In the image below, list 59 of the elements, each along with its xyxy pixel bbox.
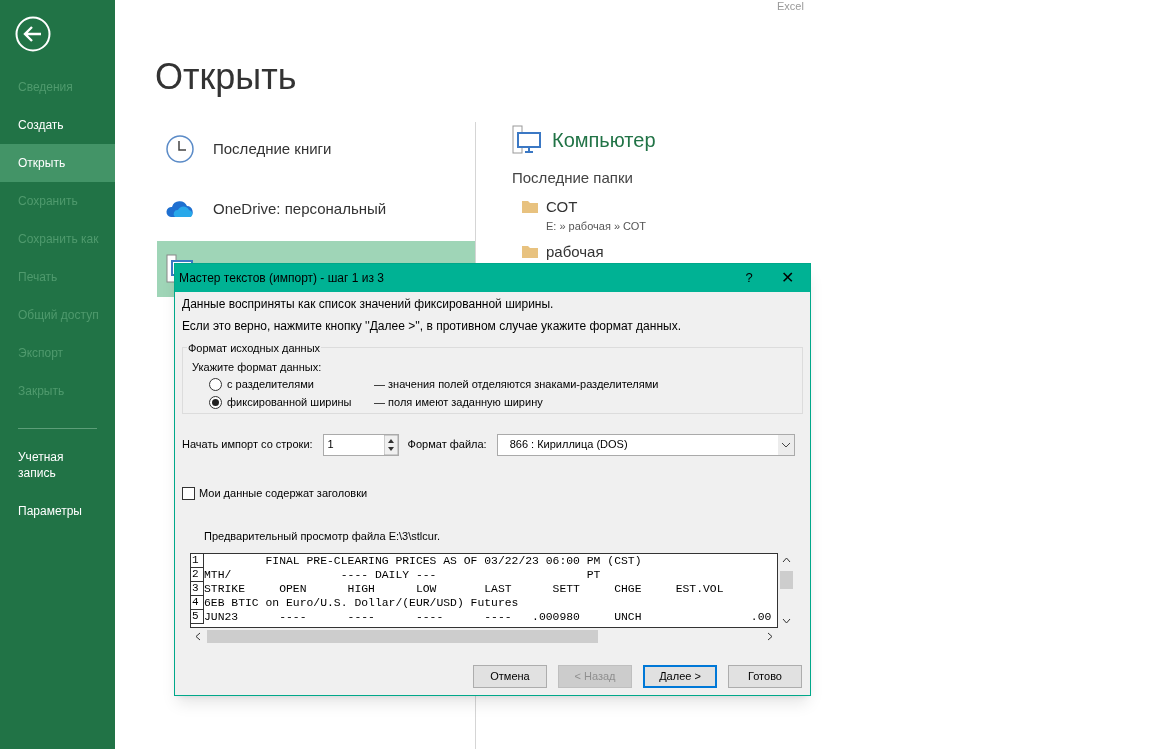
checkbox-label[interactable]: Мои данные содержат заголовки (199, 485, 368, 502)
dialog-button[interactable]: Готово (728, 665, 802, 688)
chevron-up-icon[interactable] (782, 557, 791, 563)
chevron-down-icon[interactable] (782, 618, 791, 624)
field-label: Начать импорт со строки: (182, 437, 313, 453)
back-icon[interactable] (15, 16, 51, 52)
row-number: 3 (191, 582, 204, 596)
preview-line: MTH/ ---- DAILY --- PT (204, 568, 601, 582)
option-description: — поля имеют заданную ширину (374, 394, 543, 410)
preview-line: JUN23 ---- ---- ---- ---- .000980 UNCH .00 (204, 610, 772, 624)
radio-button[interactable] (209, 377, 222, 391)
preview-line: FINAL PRE-CLEARING PRICES AS OF 03/22/23 06:00 PM (CST) (264, 554, 642, 568)
chevron-left-icon[interactable] (195, 632, 201, 641)
row-number: 5 (191, 610, 204, 624)
preview-line: STRIKE OPEN HIGH LOW LAST SETT CHGE EST.VOL (204, 582, 724, 596)
dialog-title: Мастер текстов (импорт) - шаг 1 из 3 (179, 270, 385, 287)
dialog-button[interactable]: Далее > (643, 665, 717, 688)
preview-label: Предварительный просмотр файла E:\3\stlcur. (204, 528, 442, 544)
sidebar-item[interactable]: Открыть (0, 144, 115, 182)
close-button[interactable]: ✕ (764, 266, 810, 290)
preview-line: 6EB BTIC on Euro/U.S. Dollar/(EUR/USD) Futures (204, 596, 519, 610)
sidebar-item[interactable]: Параметры (0, 503, 115, 519)
radio-label[interactable]: с разделителями (227, 375, 374, 393)
dialog-button[interactable]: Отмена (473, 665, 547, 688)
page-title: Открыть (155, 55, 298, 99)
sidebar-item[interactable]: Создать (0, 106, 115, 144)
computer-icon (512, 125, 542, 155)
chevron-right-icon[interactable] (767, 632, 773, 641)
chevron-down-icon (777, 434, 794, 455)
file-format-dropdown[interactable]: 866 : Кириллица (DOS) (496, 433, 795, 456)
spinner-arrows-icon[interactable] (383, 434, 398, 455)
place-item[interactable]: Последние книги (157, 121, 475, 177)
clock-icon (165, 134, 195, 164)
app-name: Excel (777, 0, 804, 14)
scrollbar-thumb[interactable] (780, 571, 793, 589)
instruction-text: Если это верно, нажмите кнопку ''Далее >'', в противном случае укажите формат данных. (182, 318, 682, 335)
location-title: Компьютер (552, 128, 656, 153)
place-item[interactable]: OneDrive: персональный (157, 181, 475, 237)
row-number: 2 (191, 568, 204, 582)
radio-label[interactable]: фиксированной ширины (227, 393, 374, 411)
radio-button[interactable] (209, 395, 222, 409)
section-heading: Последние папки (512, 168, 634, 188)
folder-name[interactable]: СОТ (546, 195, 647, 218)
checkbox[interactable] (182, 486, 195, 500)
field-label: Формат файла: (407, 437, 487, 453)
help-button[interactable]: ? (734, 268, 764, 288)
number-spinner[interactable]: 1 (322, 433, 399, 456)
folder-path: E: » рабочая » СОТ (546, 219, 647, 234)
format-prompt: Укажите формат данных: (192, 360, 323, 375)
row-number: 4 (191, 596, 204, 610)
sidebar-item[interactable]: Учетная запись (0, 449, 115, 481)
cloud-icon (165, 199, 195, 219)
folder-name[interactable]: рабочая (546, 240, 604, 263)
folder-icon (522, 244, 538, 258)
scrollbar-thumb[interactable] (207, 630, 598, 643)
row-number: 1 (191, 554, 204, 568)
folder-icon (522, 199, 538, 213)
instruction-text: Данные восприняты как список значений фиксированной ширины. (182, 296, 555, 313)
option-description: — значения полей отделяются знаками-разделителями (374, 376, 659, 392)
